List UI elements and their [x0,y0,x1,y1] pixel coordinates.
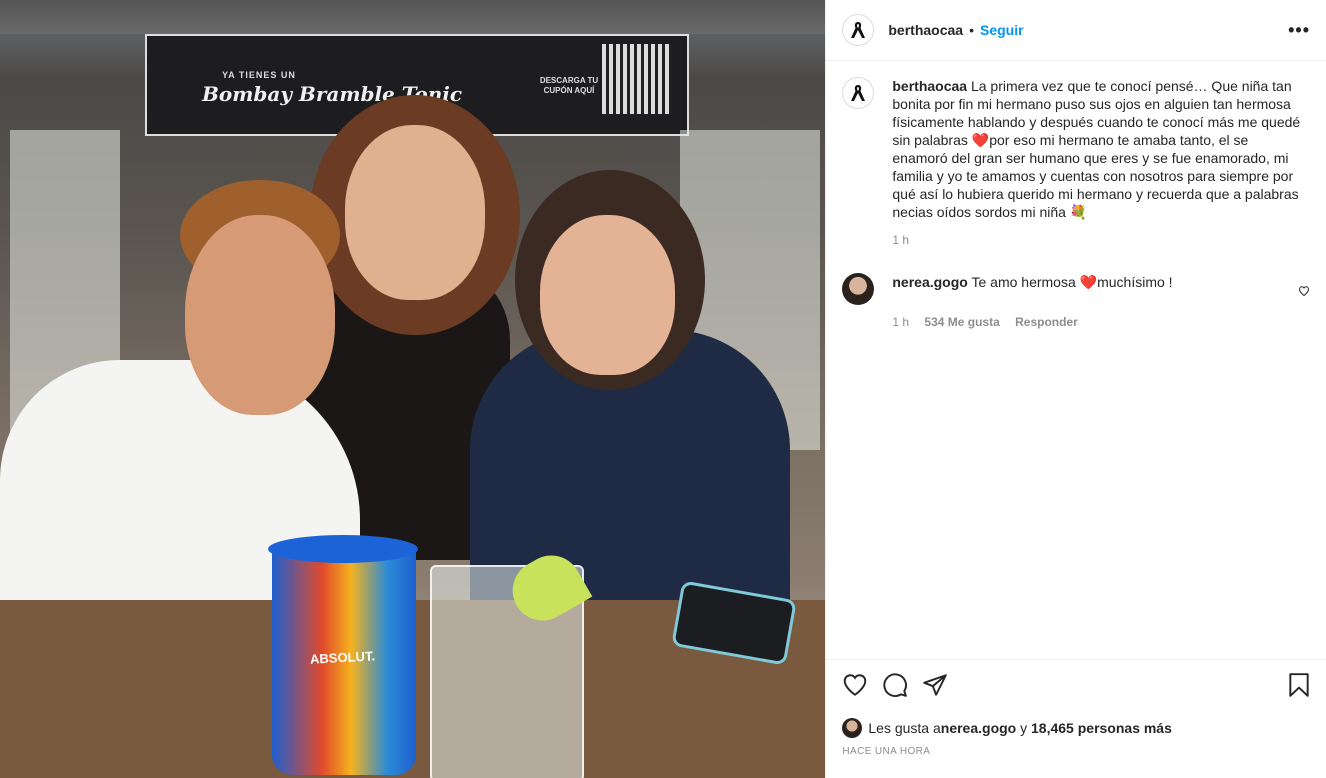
comment-item: nerea.gogo Te amo hermosa ❤️muchísimo ! [842,273,1310,305]
post-timestamp[interactable]: HACE UNA HORA [842,746,930,757]
caption-avatar[interactable] [842,77,875,109]
likes-count[interactable]: 18,465 personas más [1031,720,1172,736]
author-username[interactable]: berthaocaa [888,22,963,38]
heart-icon[interactable] [842,672,868,698]
sign-line-1: YA TIENES UN [222,70,296,80]
woman-right-face [540,215,675,375]
woman-center-face [345,125,485,300]
comment-text: nerea.gogo Te amo hermosa ❤️muchísimo ! [892,273,1172,305]
comment-like-icon[interactable] [1298,285,1310,297]
ribbon-icon [851,85,866,101]
comment-likes[interactable]: 534 Me gusta [924,315,999,329]
bookmark-icon[interactable] [1286,672,1312,698]
reply-button[interactable]: Responder [1015,315,1078,329]
caption-username[interactable]: berthaocaa [892,78,967,94]
share-icon[interactable] [922,672,948,698]
comment-icon[interactable] [882,672,908,698]
post-photo[interactable]: YA TIENES UN Bombay Bramble Tonic DESCAR… [0,0,826,778]
comment-time[interactable]: 1 h [892,315,909,329]
likes-summary: Les gusta a nerea.gogo y 18,465 personas… [842,718,1172,738]
separator-dot: • [969,22,974,38]
post-header: berthaocaa • Seguir ••• [826,0,1326,61]
qr-code [602,44,672,114]
commenter-username[interactable]: nerea.gogo [892,274,967,290]
post-sidebar: berthaocaa • Seguir ••• berthaocaa La pr… [825,0,1326,778]
liker-avatar[interactable] [842,718,863,738]
caption-text: berthaocaa La primera vez que te conocí … [892,77,1302,221]
comment-text-b: muchísimo ! [1097,274,1173,290]
ribbon-icon [851,22,866,38]
cup-lid [268,535,418,563]
comment-text-a: Te amo hermosa [971,274,1080,290]
author-avatar[interactable] [842,14,875,46]
heart-emoji: ❤️ [1079,274,1098,290]
follow-button[interactable]: Seguir [980,22,1024,38]
caption-time[interactable]: 1 h [892,233,1310,247]
liker-username[interactable]: nerea.gogo [941,720,1016,736]
sign-line-3: DESCARGA TU CUPÓN AQUÍ [539,76,599,95]
photo-top-strip [0,0,826,34]
more-icon[interactable]: ••• [1288,20,1310,41]
instagram-post: YA TIENES UN Bombay Bramble Tonic DESCAR… [0,0,1326,778]
heart-emoji: ❤️ [971,132,990,148]
bouquet-emoji: 💐 [1069,204,1088,220]
comments-section: berthaocaa La primera vez que te conocí … [826,61,1326,345]
likes-middle: y [1016,720,1032,736]
action-bar [826,659,1326,712]
comment-meta: 1 h 534 Me gusta Responder [892,315,1310,329]
likes-prefix: Les gusta a [868,720,941,736]
commenter-avatar[interactable] [842,273,875,305]
man-face [185,215,335,415]
caption: berthaocaa La primera vez que te conocí … [842,77,1310,221]
